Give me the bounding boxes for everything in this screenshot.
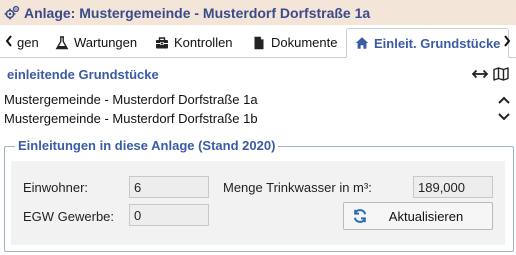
tab-label: gen [17,35,39,50]
chevron-right-icon [504,35,511,47]
tab-kontrollen[interactable]: Kontrollen [155,29,233,56]
aktualisieren-button[interactable]: Aktualisieren [343,202,493,230]
list-scroll-up-button[interactable] [497,93,511,107]
expand-horizontal-icon[interactable] [472,66,488,82]
tab-allgemein[interactable]: gen [17,29,39,56]
chevron-left-icon [5,35,12,47]
section-header-actions [472,66,509,82]
egw-gewerbe-field[interactable]: 0 [129,204,209,226]
chevron-down-icon [498,113,510,121]
window-title: Anlage: Mustergemeinde - Musterdorf Dorf… [24,4,371,21]
list-item[interactable]: Mustergemeinde - Musterdorf Dorfstraße 1… [4,111,258,126]
title-bar: Anlage: Mustergemeinde - Musterdorf Dorf… [0,0,516,25]
section-title: einleitende Grundstücke [7,67,159,82]
tab-label: Dokumente [271,35,338,50]
tab-wartungen[interactable]: Wartungen [55,29,137,56]
list-item[interactable]: Mustergemeinde - Musterdorf Dorfstraße 1… [4,92,258,107]
app-window: Anlage: Mustergemeinde - Musterdorf Dorf… [0,0,516,255]
egw-gewerbe-label: EGW Gewerbe: [23,209,115,224]
einwohner-label: Einwohner: [23,180,89,195]
tab-scroll-left-button[interactable] [3,33,15,49]
einwohner-field[interactable]: 6 [129,176,209,198]
einleitungen-groupbox: Einleitungen in diese Anlage (Stand 2020… [4,138,514,252]
chevron-up-icon [498,96,510,104]
tab-label: Einleit. Grundstücke [374,35,501,51]
groupbox-legend: Einleitungen in diese Anlage (Stand 2020… [15,138,279,153]
tab-dokumente[interactable]: Dokumente [252,29,337,56]
refresh-icon [353,209,367,223]
flask-icon [55,35,69,49]
tab-einleit-grundstuecke[interactable]: Einleit. Grundstücke [346,28,510,58]
list-scroll-down-button[interactable] [497,110,511,124]
aktualisieren-label: Aktualisieren [388,208,464,224]
gears-icon [4,5,20,19]
tab-label: Wartungen [74,35,138,50]
groupbox-content: Einwohner: 6 Menge Trinkwasser in m³: 18… [11,161,505,245]
document-icon [254,36,264,49]
map-icon[interactable] [493,66,509,82]
tab-scroll-right-button[interactable] [501,33,513,49]
tab-strip: gen Wartungen Kontrollen Dokumente Einle… [0,25,516,58]
tab-label: Kontrollen [174,35,233,50]
toolbox-icon [156,36,168,48]
home-icon [355,37,369,49]
trinkwasser-field[interactable]: 189,000 [413,176,493,198]
trinkwasser-label: Menge Trinkwasser in m³: [223,180,372,195]
